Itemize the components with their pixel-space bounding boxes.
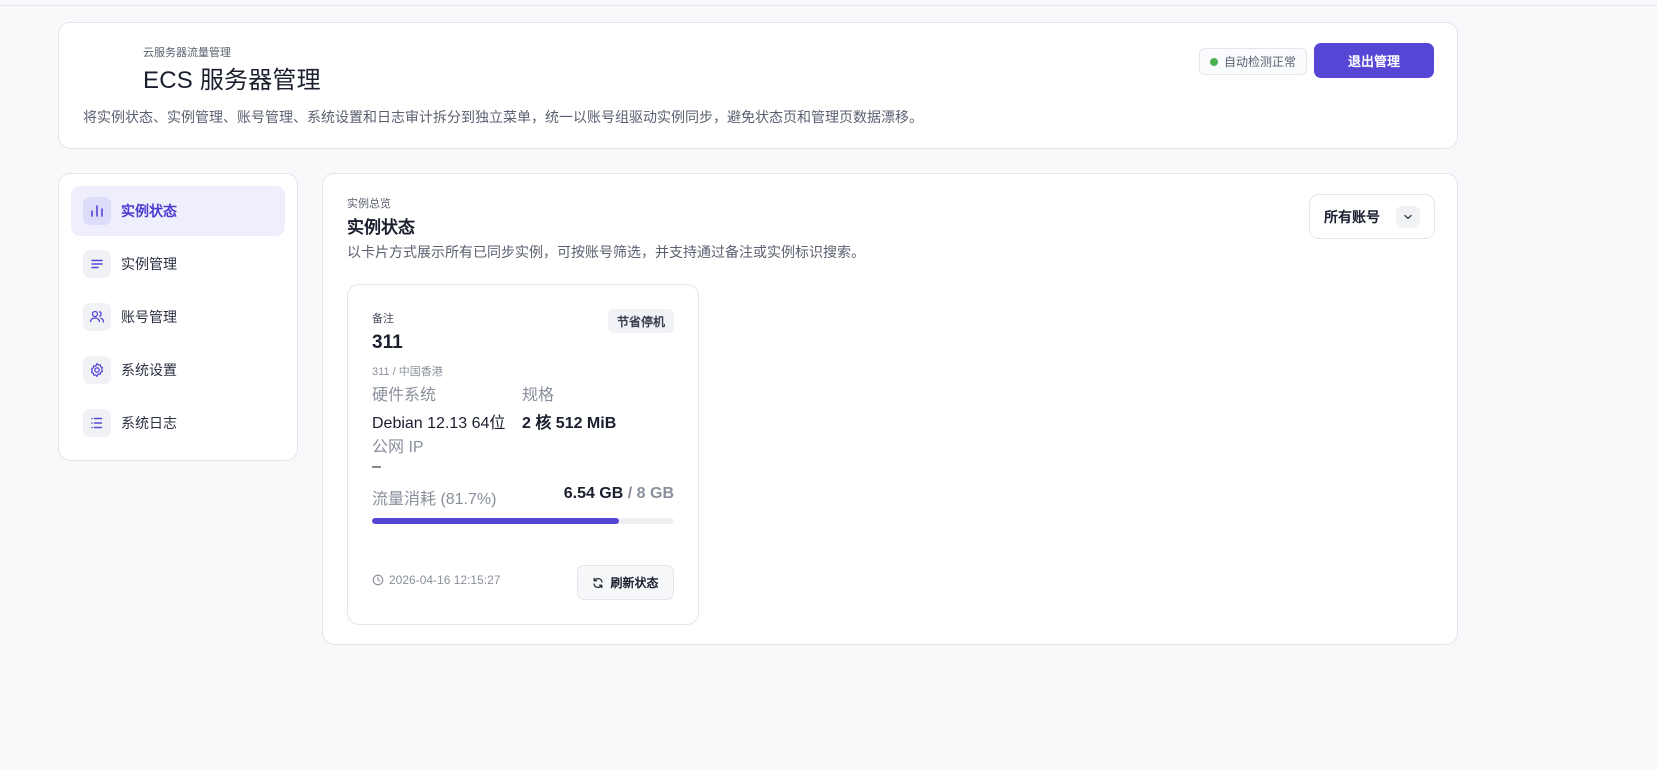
sidebar-item-label: 实例管理 <box>121 256 177 272</box>
os-label: 硬件系统 <box>372 387 437 404</box>
sidebar-item-label: 系统设置 <box>121 362 177 378</box>
bar-chart-icon <box>83 197 111 225</box>
account-filter-select[interactable]: 所有账号 <box>1309 194 1435 239</box>
public-ip-value: – <box>372 458 381 475</box>
spec-value: 2 核 512 MiB <box>522 415 617 432</box>
instance-region: 311 / 中国香港 <box>372 366 443 378</box>
auto-detect-status-badge: 自动检测正常 <box>1199 48 1308 75</box>
last-updated: 2026-04-16 12:15:27 <box>372 573 500 587</box>
traffic-label: 流量消耗 (81.7%) <box>372 491 497 508</box>
sidebar-item-system-logs[interactable]: 系统日志 <box>71 398 285 448</box>
sidebar-item-label: 实例状态 <box>121 203 177 219</box>
traffic-total: / 8 GB <box>623 485 674 502</box>
public-ip-label: 公网 IP <box>372 439 424 456</box>
traffic-progress-fill <box>372 518 619 524</box>
sidebar-item-instance-management[interactable]: 实例管理 <box>71 239 285 289</box>
chevron-down-icon <box>1396 206 1420 228</box>
users-icon <box>83 303 111 331</box>
section-title: 实例状态 <box>347 218 415 237</box>
sidebar-item-system-settings[interactable]: 系统设置 <box>71 345 285 395</box>
status-dot-icon <box>1210 57 1218 66</box>
sidebar-item-account-management[interactable]: 账号管理 <box>71 292 285 342</box>
sidebar-item-label: 系统日志 <box>121 415 177 431</box>
gear-icon <box>83 356 111 384</box>
refresh-icon <box>593 577 604 588</box>
traffic-progress-bar <box>372 518 674 524</box>
sidebar-item-instance-status[interactable]: 实例状态 <box>71 186 285 236</box>
remark-label: 备注 <box>372 313 394 325</box>
page-title: ECS 服务器管理 <box>143 67 321 94</box>
page-description: 将实例状态、实例管理、账号管理、系统设置和日志审计拆分到独立菜单，统一以账号组驱… <box>83 109 923 125</box>
section-eyebrow: 实例总览 <box>347 198 391 210</box>
instance-card: 备注 311 311 / 中国香港 节省停机 硬件系统 规格 Debian 12… <box>347 284 699 625</box>
status-text: 自动检测正常 <box>1224 55 1297 69</box>
traffic-usage: 6.54 GB / 8 GB <box>564 485 674 503</box>
header-card: 云服务器流量管理 ECS 服务器管理 将实例状态、实例管理、账号管理、系统设置和… <box>58 22 1458 149</box>
traffic-used: 6.54 GB <box>563 485 624 502</box>
sidebar: 实例状态 实例管理 账号管理 系统设置 系统日志 <box>58 173 298 461</box>
section-description: 以卡片方式展示所有已同步实例，可按账号筛选，并支持通过备注或实例标识搜索。 <box>347 244 865 260</box>
app-eyebrow: 云服务器流量管理 <box>143 47 231 59</box>
main-panel: 实例总览 实例状态 以卡片方式展示所有已同步实例，可按账号筛选，并支持通过备注或… <box>322 173 1458 645</box>
log-list-icon <box>83 409 111 437</box>
status-badge: 节省停机 <box>607 309 674 333</box>
list-icon <box>83 250 111 278</box>
account-filter-value: 所有账号 <box>1324 208 1380 225</box>
refresh-status-button[interactable]: 刷新状态 <box>577 565 674 600</box>
spec-label: 规格 <box>522 387 555 404</box>
timestamp-text: 2026-04-16 12:15:27 <box>389 573 501 587</box>
os-value: Debian 12.13 64位 <box>372 415 506 432</box>
exit-admin-button[interactable]: 退出管理 <box>1314 43 1434 78</box>
refresh-label: 刷新状态 <box>610 576 659 590</box>
instance-name: 311 <box>372 332 403 353</box>
sidebar-item-label: 账号管理 <box>121 309 177 325</box>
clock-icon <box>372 574 384 586</box>
top-divider <box>0 5 1657 6</box>
